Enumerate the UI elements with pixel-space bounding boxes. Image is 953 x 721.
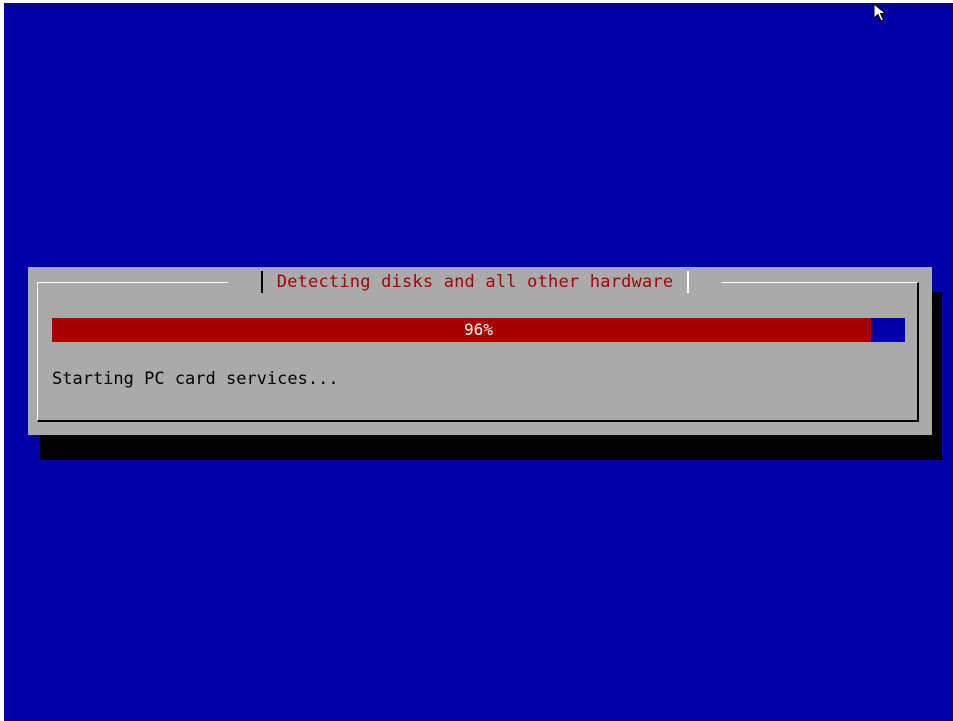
installer-screen: Detecting disks and all other hardware 9… (4, 3, 953, 721)
dialog-title: Detecting disks and all other hardware (276, 272, 674, 292)
mouse-pointer-icon (873, 3, 887, 22)
dialog-title-bar: Detecting disks and all other hardware (228, 267, 722, 297)
dialog-frame (37, 282, 919, 422)
progress-percent-label: 96% (464, 320, 493, 339)
title-right-tick (687, 271, 690, 293)
progress-dialog: Detecting disks and all other hardware 9… (28, 267, 932, 435)
status-message: Starting PC card services... (52, 369, 339, 389)
progress-bar: 96% (52, 318, 905, 342)
